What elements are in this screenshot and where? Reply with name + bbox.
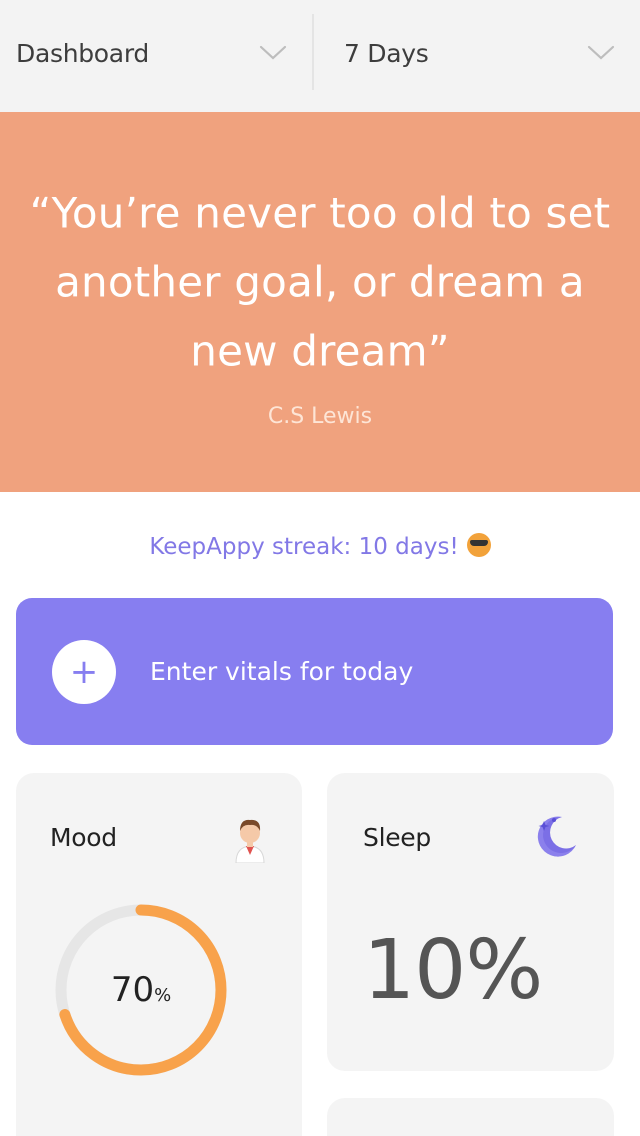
mood-value: 70% [50,895,232,1085]
top-selector-bar: Dashboard 7 Days [0,0,640,112]
streak-message: KeepAppy streak: 10 days! [0,533,640,560]
sleep-card-title: Sleep [363,823,431,852]
quote-text: “You’re never too old to set another goa… [29,188,611,376]
enter-vitals-label: Enter vitals for today [150,657,414,686]
mood-value-unit: % [154,984,172,1006]
range-selector-label: 7 Days [344,38,429,68]
person-avatar-icon [235,819,265,863]
view-selector-dropdown[interactable]: Dashboard [0,0,312,112]
sleep-value: 10% [363,923,543,1018]
selector-divider [312,14,314,90]
quote-author: C.S Lewis [267,404,373,429]
chevron-down-icon [587,45,615,60]
chevron-down-icon [259,45,287,60]
quote-banner: “You’re never too old to set another goa… [0,112,640,492]
enter-vitals-button[interactable]: + Enter vitals for today [16,598,613,745]
next-metric-card[interactable] [327,1098,614,1136]
sunglasses-emoji-icon [466,533,491,557]
mood-value-number: 70 [110,970,155,1010]
mood-card[interactable]: Mood 70% [16,773,302,1136]
view-selector-label: Dashboard [16,38,149,68]
sleep-card[interactable]: Sleep 10% [327,773,614,1071]
streak-text: KeepAppy streak: 10 days! [149,534,459,560]
range-selector-dropdown[interactable]: 7 Days [312,0,640,112]
moon-stars-icon [537,816,576,857]
plus-icon: + [52,639,116,704]
mood-card-title: Mood [50,823,117,852]
